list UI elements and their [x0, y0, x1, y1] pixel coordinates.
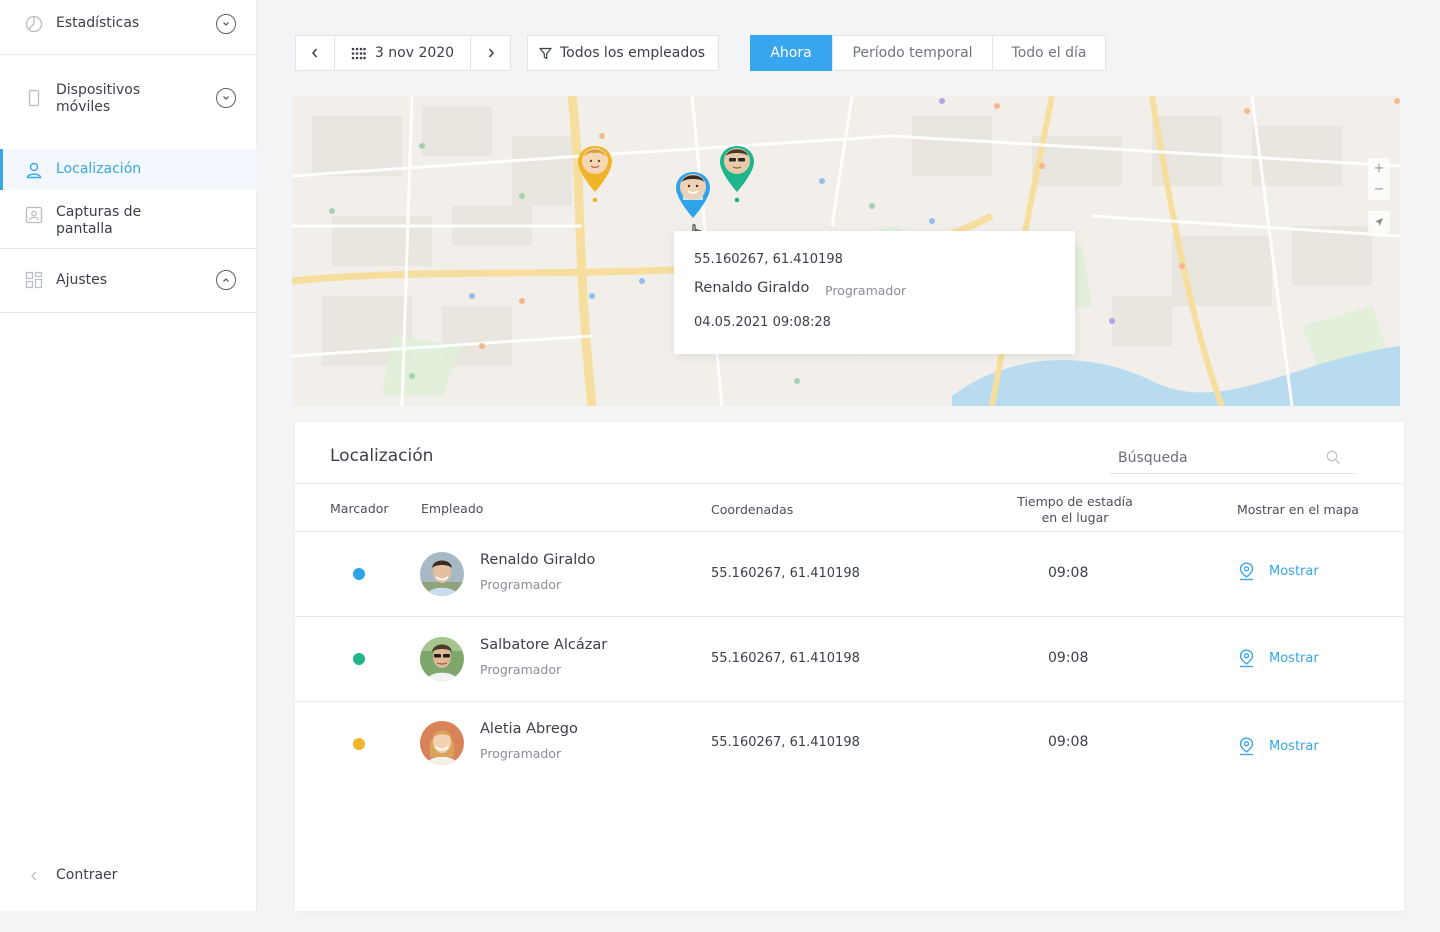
- employee-filter-button[interactable]: Todos los empleados: [527, 35, 719, 71]
- column-header-marcador: Marcador: [330, 501, 389, 516]
- search-input[interactable]: [1110, 444, 1310, 472]
- calendar-icon: [351, 47, 366, 59]
- chevron-right-icon: [488, 48, 494, 58]
- locate-button[interactable]: [1368, 211, 1390, 233]
- divider: [0, 54, 257, 55]
- zoom-in-icon[interactable]: +: [1374, 161, 1385, 176]
- sidebar-item-label: Ajustes: [56, 272, 108, 288]
- coordinates-cell: 55.160267, 61.410198: [711, 735, 860, 750]
- divider: [295, 483, 1404, 484]
- location-popup: 55.160267, 61.410198 Renaldo Giraldo Pro…: [674, 231, 1075, 354]
- map-pin-green[interactable]: [718, 144, 756, 202]
- grid-settings-icon: [25, 271, 43, 289]
- column-header-empleado: Empleado: [421, 501, 484, 516]
- avatar: [420, 637, 464, 681]
- sidebar-item-dispositivos[interactable]: Dispositivos móviles: [0, 75, 257, 123]
- marker-dot: [353, 738, 365, 750]
- show-label: Mostrar: [1269, 564, 1319, 579]
- column-header-coordenadas: Coordenadas: [711, 502, 794, 517]
- navigation-arrow-icon: [1375, 218, 1383, 226]
- zoom-out-icon[interactable]: −: [1374, 182, 1385, 197]
- popup-name: Renaldo Giraldo: [694, 280, 810, 296]
- sidebar-item-label: Localización: [56, 161, 142, 177]
- stay-time-cell: 09:08: [1048, 650, 1089, 666]
- employee-name: Aletia Abrego: [480, 721, 578, 737]
- show-label: Mostrar: [1269, 651, 1319, 666]
- user-icon: [26, 162, 42, 179]
- popup-role: Programador: [825, 283, 907, 298]
- collapse-button[interactable]: Contraer: [0, 865, 257, 887]
- date-label: 3 nov 2020: [374, 45, 455, 61]
- sidebar-item-capturas[interactable]: Capturas de pantalla: [0, 200, 257, 240]
- filter-icon: [539, 47, 552, 59]
- pie-chart-icon: [25, 15, 43, 33]
- table-row: Renaldo Giraldo Programador 55.160267, 6…: [295, 532, 1404, 617]
- collapse-label: Contraer: [56, 867, 118, 883]
- tab-todo-el-dia[interactable]: Todo el día: [992, 35, 1106, 71]
- table-row: Aletia Abrego Programador 55.160267, 61.…: [295, 701, 1404, 786]
- tab-ahora[interactable]: Ahora: [750, 35, 832, 71]
- avatar: [420, 721, 464, 765]
- filter-label: Todos los empleados: [560, 45, 706, 61]
- popup-coords: 55.160267, 61.410198: [694, 252, 843, 267]
- sidebar-item-estadisticas[interactable]: Estadísticas: [0, 0, 257, 48]
- prev-date-button[interactable]: [296, 36, 335, 70]
- sidebar-item-label: Estadísticas: [56, 15, 140, 31]
- search-icon[interactable]: [1326, 450, 1341, 465]
- column-header-tiempo-line2: en el lugar: [1041, 510, 1109, 525]
- column-header-mostrar: Mostrar en el mapa: [1237, 502, 1359, 517]
- employee-name: Salbatore Alcázar: [480, 637, 608, 653]
- screenshot-icon: [25, 206, 43, 224]
- sidebar: Estadísticas Dispositivos móviles Locali…: [0, 0, 257, 911]
- column-header-tiempo-line1: Tiempo de estadía: [1017, 494, 1133, 509]
- zoom-controls[interactable]: + −: [1368, 158, 1390, 200]
- map-pin-blue[interactable]: [674, 170, 712, 222]
- coordinates-cell: 55.160267, 61.410198: [711, 566, 860, 581]
- show-on-map-button[interactable]: Mostrar: [1238, 649, 1319, 668]
- employee-role: Programador: [480, 662, 562, 677]
- chevron-left-icon: [31, 871, 37, 881]
- column-header-tiempo: Tiempo de estadía en el lugar: [995, 494, 1155, 526]
- map-user-icon: [1239, 649, 1254, 668]
- search-box: [1110, 444, 1355, 474]
- coordinates-cell: 55.160267, 61.410198: [711, 651, 860, 666]
- divider: [0, 312, 257, 313]
- show-on-map-button[interactable]: Mostrar: [1238, 562, 1319, 581]
- map-user-icon: [1239, 562, 1254, 581]
- employee-role: Programador: [480, 577, 562, 592]
- location-panel: Localización Marcador Empleado Coordenad…: [295, 422, 1404, 911]
- divider: [0, 248, 257, 249]
- map-pin-yellow[interactable]: [576, 144, 614, 202]
- panel-title: Localización: [330, 446, 434, 466]
- date-navigator: 3 nov 2020: [295, 35, 511, 71]
- popup-time: 04.05.2021 09:08:28: [694, 315, 831, 330]
- map-user-icon: [1239, 737, 1254, 756]
- chevron-left-icon: [312, 48, 318, 58]
- avatar: [420, 552, 464, 596]
- employee-role: Programador: [480, 746, 562, 761]
- chevron-up-icon[interactable]: [216, 270, 236, 290]
- table-row: Salbatore Alcázar Programador 55.160267,…: [295, 617, 1404, 702]
- sidebar-item-localizacion[interactable]: Localización: [0, 149, 257, 190]
- sidebar-item-ajustes[interactable]: Ajustes: [0, 258, 257, 302]
- tab-periodo-temporal[interactable]: Período temporal: [832, 35, 993, 71]
- marker-dot: [353, 568, 365, 580]
- chevron-down-icon[interactable]: [216, 14, 236, 34]
- sidebar-item-label: Dispositivos móviles: [56, 82, 141, 115]
- show-label: Mostrar: [1269, 739, 1319, 754]
- employee-name: Renaldo Giraldo: [480, 552, 596, 568]
- show-on-map-button[interactable]: Mostrar: [1238, 737, 1319, 756]
- sidebar-item-label: Capturas de pantalla: [56, 204, 142, 237]
- stay-time-cell: 09:08: [1048, 734, 1089, 750]
- marker-dot: [353, 653, 365, 665]
- next-date-button[interactable]: [471, 36, 510, 70]
- phone-icon: [28, 89, 40, 107]
- stay-time-cell: 09:08: [1048, 565, 1089, 581]
- date-picker-button[interactable]: 3 nov 2020: [335, 36, 471, 70]
- chevron-down-icon[interactable]: [216, 88, 236, 108]
